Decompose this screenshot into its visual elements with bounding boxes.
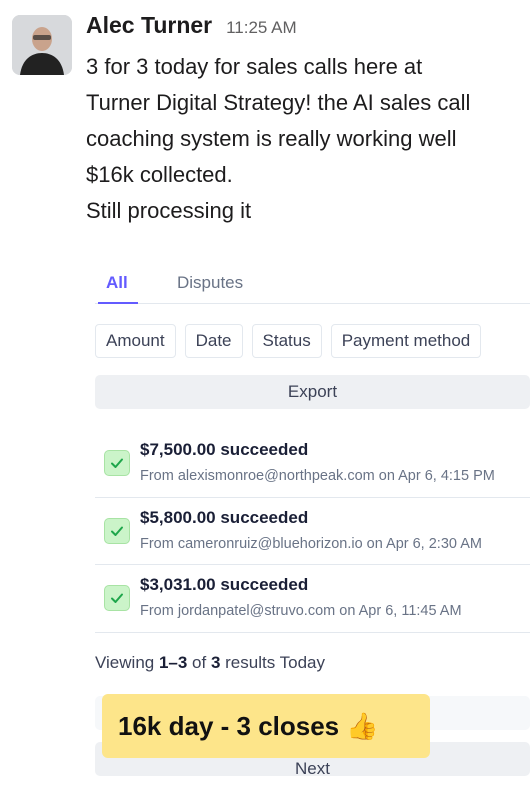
message-line: Still processing it <box>86 198 252 223</box>
filter-payment-method: Payment method <box>330 324 482 358</box>
transaction-row: $3,031.00 succeeded From jordanpatel@str… <box>95 565 530 633</box>
caption-callout: 16k day - 3 closes 👍 <box>102 694 430 758</box>
message-line: $16k collected. <box>86 162 233 187</box>
filter-date: Date <box>184 324 243 358</box>
message-text: 3 for 3 today for sales calls here at Tu… <box>86 49 526 229</box>
transaction-amount: $5,800.00 succeeded <box>140 507 309 527</box>
filter-amount: Amount <box>95 324 176 358</box>
filter-status: Status <box>251 324 322 358</box>
avatar[interactable] <box>12 15 72 75</box>
transaction-details: From alexismonroe@northpeak.com on Apr 6… <box>140 468 495 484</box>
message-header: Alec Turner 11:25 AM <box>86 12 297 39</box>
transaction-amount: $3,031.00 succeeded <box>140 575 309 594</box>
check-icon <box>104 450 130 476</box>
summary-prefix: Viewing <box>95 653 159 672</box>
message-line: coaching system is really working well <box>86 126 457 151</box>
check-icon <box>104 517 130 544</box>
summary-total: 3 <box>210 653 221 672</box>
filter-bar: Amount Date Status Payment method <box>95 324 482 358</box>
message-timestamp[interactable]: 11:25 AM <box>226 18 297 38</box>
transaction-row: $5,800.00 succeeded From cameronruiz@blu… <box>95 498 530 565</box>
transaction-amount: $7,500.00 succeeded <box>140 440 309 459</box>
transaction-details: From jordanpatel@struvo.com on Apr 6, 11… <box>140 603 462 619</box>
message-line: 3 for 3 today for sales calls here at <box>86 54 423 79</box>
results-summary: Viewing 1–3 of 3 results Today <box>95 653 325 673</box>
message-line: Turner Digital Strategy! the AI sales ca… <box>86 90 471 115</box>
tab-disputes: Disputes <box>177 273 244 292</box>
avatar-photo <box>12 15 72 75</box>
summary-suffix: results Today <box>220 653 325 672</box>
summary-range: 1–3 <box>158 653 188 672</box>
transaction-row: $7,500.00 succeeded From alexismonroe@no… <box>95 430 530 498</box>
author-name[interactable]: Alec Turner <box>86 12 212 39</box>
transaction-list: $7,500.00 succeeded From alexismonroe@no… <box>95 430 530 633</box>
tab-all: All <box>98 273 138 304</box>
transaction-details: From cameronruiz@bluehorizon.io on Apr 6… <box>140 535 482 552</box>
summary-mid: of <box>187 653 211 672</box>
export-button: Export <box>95 375 530 409</box>
payments-tabs: All Disputes <box>95 262 530 304</box>
check-icon <box>104 585 130 611</box>
